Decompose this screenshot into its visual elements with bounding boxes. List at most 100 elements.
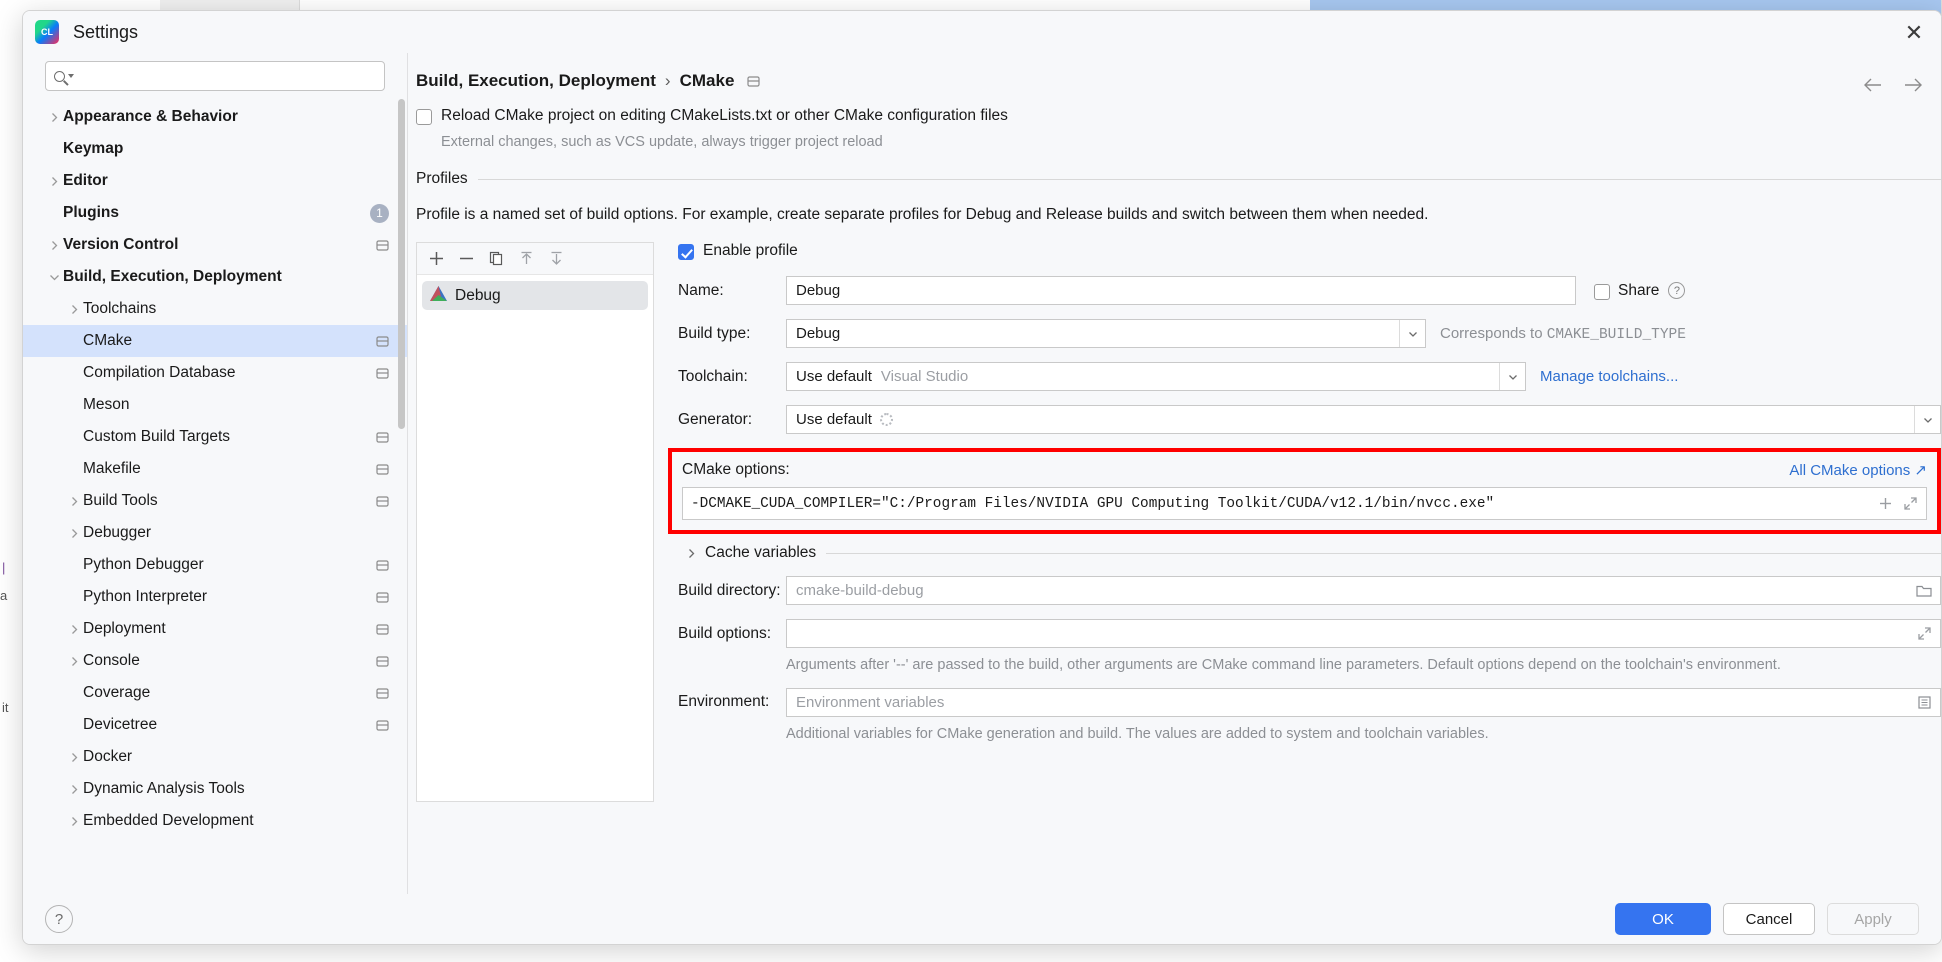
- sidebar-item-coverage[interactable]: Coverage: [23, 677, 407, 709]
- share-checkbox-row[interactable]: Share ?: [1594, 281, 1686, 300]
- cancel-button[interactable]: Cancel: [1723, 903, 1815, 935]
- sidebar-item-build-execution-deployment[interactable]: Build, Execution, Deployment: [23, 261, 407, 293]
- enable-profile-row[interactable]: Enable profile: [678, 242, 1941, 260]
- search-input[interactable]: [80, 67, 376, 85]
- sidebar-item-plugins[interactable]: Plugins 1: [23, 197, 407, 229]
- chevron-right-icon[interactable]: [65, 784, 83, 795]
- sidebar-item-label: Appearance & Behavior: [63, 108, 238, 125]
- settings-tree: Appearance & Behavior Keymap Editor Plugins…: [23, 101, 407, 896]
- reload-cmake-checkbox[interactable]: [416, 109, 432, 125]
- backdrop-left-strip: [0, 16, 22, 962]
- build-options-input[interactable]: [786, 619, 1941, 648]
- sidebar-item-keymap[interactable]: Keymap: [23, 133, 407, 165]
- chevron-right-icon[interactable]: [65, 528, 83, 539]
- arrow-right-icon[interactable]: [1903, 77, 1923, 93]
- sidebar-item-cmake[interactable]: CMake: [23, 325, 407, 357]
- sidebar-item-devicetree[interactable]: Devicetree: [23, 709, 407, 741]
- sidebar-item-appearance-behavior[interactable]: Appearance & Behavior: [23, 101, 407, 133]
- toolchain-combobox[interactable]: Use default Visual Studio: [786, 362, 1526, 391]
- environment-placeholder: Environment variables: [796, 693, 945, 711]
- navigation-arrows: [1863, 77, 1923, 93]
- enable-profile-checkbox[interactable]: [678, 244, 694, 260]
- sidebar-item-toolchains[interactable]: Toolchains: [23, 293, 407, 325]
- build-type-combobox[interactable]: Debug: [786, 319, 1426, 348]
- manage-toolchains-link[interactable]: Manage toolchains...: [1540, 368, 1678, 385]
- add-profile-button[interactable]: [421, 246, 451, 272]
- remove-profile-button[interactable]: [451, 246, 481, 272]
- toolchain-row: Toolchain: Use default Visual Studio Man…: [678, 362, 1941, 391]
- sidebar-item-meson[interactable]: Meson: [23, 389, 407, 421]
- sidebar-item-makefile[interactable]: Makefile: [23, 453, 407, 485]
- help-icon[interactable]: ?: [1668, 282, 1686, 299]
- settings-sidebar: Appearance & Behavior Keymap Editor Plugins…: [23, 53, 408, 896]
- copy-icon[interactable]: [481, 246, 511, 272]
- build-directory-input[interactable]: cmake-build-debug: [786, 576, 1941, 605]
- chevron-down-icon[interactable]: [45, 272, 63, 283]
- list-icon[interactable]: [1917, 695, 1932, 710]
- apply-button[interactable]: Apply: [1827, 903, 1919, 935]
- sidebar-item-compilation-database[interactable]: Compilation Database: [23, 357, 407, 389]
- share-checkbox[interactable]: [1594, 283, 1610, 300]
- chevron-right-icon[interactable]: [45, 240, 63, 251]
- name-input[interactable]: Debug: [786, 276, 1576, 305]
- sidebar-item-deployment[interactable]: Deployment: [23, 613, 407, 645]
- folder-icon[interactable]: [1916, 584, 1932, 598]
- search-dropdown-icon[interactable]: [68, 74, 74, 78]
- close-icon[interactable]: ✕: [1901, 20, 1927, 46]
- cache-variables-row[interactable]: Cache variables: [678, 544, 1941, 562]
- sidebar-item-dynamic-analysis-tools[interactable]: Dynamic Analysis Tools: [23, 773, 407, 805]
- profile-list-item[interactable]: Debug: [422, 281, 648, 310]
- plus-icon[interactable]: [1878, 496, 1893, 511]
- chevron-right-icon[interactable]: [65, 496, 83, 507]
- sidebar-item-build-tools[interactable]: Build Tools: [23, 485, 407, 517]
- chevron-right-icon[interactable]: [45, 112, 63, 123]
- arrow-up-icon[interactable]: [511, 246, 541, 272]
- sidebar-item-docker[interactable]: Docker: [23, 741, 407, 773]
- expand-icon[interactable]: [1903, 496, 1918, 511]
- chevron-right-icon[interactable]: [65, 656, 83, 667]
- cmake-options-highlight: CMake options: All CMake options ↗ -DCMA…: [668, 448, 1941, 534]
- arrow-down-icon[interactable]: [541, 246, 571, 272]
- cmake-settings-content: Reload CMake project on editing CMakeLis…: [408, 107, 1941, 877]
- expand-icon[interactable]: [1917, 626, 1932, 641]
- share-label: Share: [1618, 281, 1660, 299]
- chevron-right-icon[interactable]: [65, 752, 83, 763]
- arrow-left-icon[interactable]: [1863, 77, 1883, 93]
- chevron-right-icon[interactable]: [45, 176, 63, 187]
- chevron-right-icon[interactable]: [65, 624, 83, 635]
- all-cmake-options-link[interactable]: All CMake options ↗: [1789, 461, 1927, 479]
- sidebar-item-custom-build-targets[interactable]: Custom Build Targets: [23, 421, 407, 453]
- sidebar-scrollbar[interactable]: [398, 99, 405, 429]
- chevron-down-icon[interactable]: [1499, 363, 1525, 390]
- profile-list-panel: Debug: [416, 242, 654, 802]
- breadcrumb-root[interactable]: Build, Execution, Deployment: [416, 71, 656, 91]
- sidebar-item-label: Plugins: [63, 204, 119, 221]
- sidebar-item-console[interactable]: Console: [23, 645, 407, 677]
- project-scope-icon: [747, 75, 761, 88]
- sidebar-item-debugger[interactable]: Debugger: [23, 517, 407, 549]
- sidebar-item-python-debugger[interactable]: Python Debugger: [23, 549, 407, 581]
- profiles-area: Debug Enable profile Name: Debug Share ?…: [416, 242, 1941, 802]
- help-button[interactable]: ?: [45, 905, 73, 933]
- sidebar-item-embedded-development[interactable]: Embedded Development: [23, 805, 407, 837]
- ok-button[interactable]: OK: [1615, 903, 1711, 935]
- reload-cmake-checkbox-row[interactable]: Reload CMake project on editing CMakeLis…: [416, 107, 1941, 125]
- chevron-right-icon[interactable]: [686, 548, 697, 559]
- cmake-options-input[interactable]: -DCMAKE_CUDA_COMPILER="C:/Program Files/…: [682, 487, 1927, 520]
- sidebar-item-label: Version Control: [63, 236, 179, 253]
- environment-input[interactable]: Environment variables: [786, 687, 1941, 717]
- search-box[interactable]: [45, 61, 385, 91]
- generator-combobox[interactable]: Use default: [786, 405, 1941, 434]
- sidebar-item-python-interpreter[interactable]: Python Interpreter: [23, 581, 407, 613]
- chevron-down-icon[interactable]: [1399, 320, 1425, 347]
- sidebar-item-label: Console: [83, 652, 140, 669]
- chevron-down-icon[interactable]: [1914, 406, 1940, 433]
- cache-variables-divider: [826, 552, 1941, 554]
- chevron-right-icon[interactable]: [65, 304, 83, 315]
- sidebar-item-label: CMake: [83, 332, 133, 349]
- sidebar-item-editor[interactable]: Editor: [23, 165, 407, 197]
- sidebar-item-label: Deployment: [83, 620, 166, 637]
- chevron-right-icon[interactable]: [65, 816, 83, 827]
- sidebar-item-version-control[interactable]: Version Control: [23, 229, 407, 261]
- project-scope-icon: [376, 623, 389, 636]
